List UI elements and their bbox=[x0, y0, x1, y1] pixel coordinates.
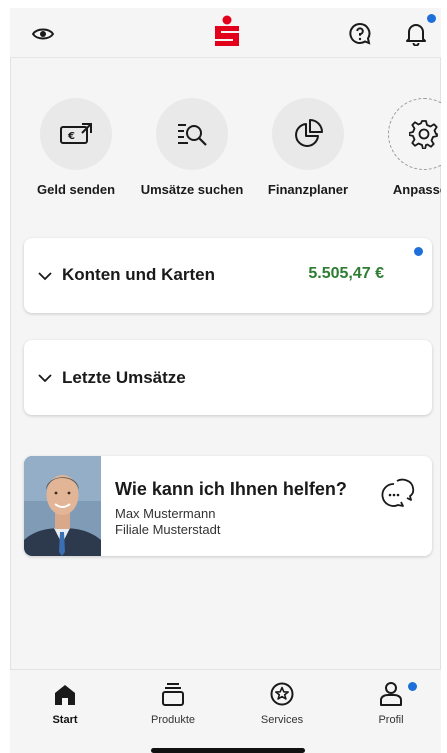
nav-start[interactable]: Start bbox=[20, 680, 110, 726]
accounts-notification-dot bbox=[414, 247, 423, 256]
accounts-balance: 5.505,47 € bbox=[308, 265, 384, 282]
nav-label: Services bbox=[260, 714, 304, 726]
eye-icon[interactable] bbox=[30, 21, 56, 47]
search-transactions-icon bbox=[156, 98, 228, 170]
nav-produkte[interactable]: Produkte bbox=[128, 680, 218, 726]
advisor-card[interactable]: Wie kann ich Ihnen helfen? Max Musterman… bbox=[24, 456, 432, 556]
products-stack-icon bbox=[128, 680, 218, 706]
advisor-title: Wie kann ich Ihnen helfen? bbox=[115, 479, 347, 499]
action-label: Finanzplaner bbox=[267, 182, 349, 197]
chevron-down-icon bbox=[38, 374, 52, 383]
nav-profil[interactable]: Profil bbox=[346, 680, 436, 726]
action-label: Geld senden bbox=[36, 182, 116, 197]
accounts-title: Konten und Karten bbox=[62, 265, 215, 284]
bell-icon[interactable] bbox=[403, 21, 429, 47]
gear-icon bbox=[388, 98, 441, 170]
notification-dot bbox=[427, 14, 436, 23]
profile-notification-dot bbox=[408, 682, 417, 691]
home-icon bbox=[20, 680, 110, 706]
pie-chart-icon bbox=[272, 98, 344, 170]
action-geld-senden[interactable]: € Geld senden bbox=[18, 98, 134, 197]
action-anpassen[interactable]: Anpassen bbox=[366, 98, 441, 197]
sparkasse-logo bbox=[212, 15, 242, 51]
services-star-icon bbox=[237, 680, 327, 706]
chat-bubbles-icon[interactable] bbox=[381, 478, 415, 508]
nav-label: Start bbox=[52, 714, 78, 726]
accounts-card[interactable]: Konten und Karten 5.505,47 € bbox=[24, 238, 432, 313]
svg-text:€: € bbox=[67, 131, 75, 142]
top-bar bbox=[10, 8, 441, 58]
home-indicator bbox=[151, 748, 305, 753]
nav-services[interactable]: Services bbox=[237, 680, 327, 726]
advisor-branch: Filiale Musterstadt bbox=[115, 522, 221, 537]
money-transfer-icon: € bbox=[40, 98, 112, 170]
action-label: Umsätze suchen bbox=[140, 182, 244, 197]
person-icon bbox=[346, 680, 436, 706]
action-umsaetze-suchen[interactable]: Umsätze suchen bbox=[134, 98, 250, 197]
action-label: Anpassen bbox=[392, 182, 441, 197]
transactions-title: Letzte Umsätze bbox=[62, 368, 186, 387]
action-finanzplaner[interactable]: Finanzplaner bbox=[250, 98, 366, 197]
transactions-card[interactable]: Letzte Umsätze bbox=[24, 340, 432, 415]
advisor-name: Max Mustermann bbox=[115, 506, 216, 521]
nav-label: Profil bbox=[378, 714, 404, 726]
bottom-navigation: Start Produkte Services Profil bbox=[10, 669, 441, 753]
advisor-photo bbox=[24, 456, 101, 556]
help-chat-icon[interactable] bbox=[347, 21, 373, 47]
chevron-down-icon bbox=[38, 272, 52, 281]
quick-actions: € Geld senden Umsätze suchen Finanzplane… bbox=[10, 98, 441, 198]
nav-label: Produkte bbox=[150, 714, 196, 726]
